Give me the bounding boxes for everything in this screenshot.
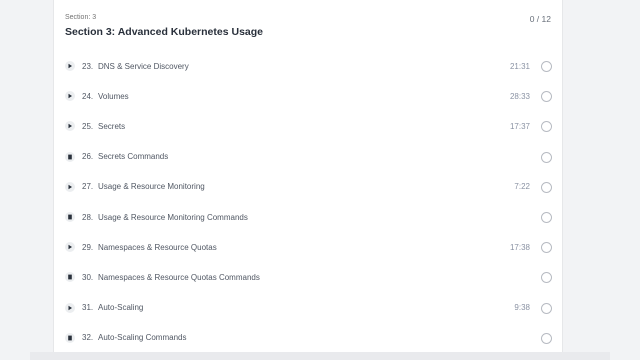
completion-checkbox[interactable] (541, 151, 552, 163)
lecture-item[interactable]: 25. Secrets 17:37 (54, 111, 562, 141)
document-icon (65, 272, 75, 283)
completion-checkbox[interactable] (541, 302, 552, 314)
lecture-duration: 21:31 (509, 61, 530, 71)
lecture-number: 24. (82, 91, 94, 101)
lecture-number: 27. (82, 182, 94, 192)
completion-checkbox[interactable] (541, 212, 552, 224)
lecture-number: 29. (82, 242, 94, 252)
section-title: Section 3: Advanced Kubernetes Usage (65, 26, 264, 38)
lecture-duration: 17:37 (509, 121, 530, 131)
footer-bar (30, 352, 610, 360)
curriculum-panel: Section: 3 Section 3: Advanced Kubernete… (53, 0, 563, 352)
lecture-title: Volumes (98, 91, 129, 101)
play-icon (65, 61, 75, 72)
lecture-number: 25. (82, 121, 94, 131)
lecture-list: 23. DNS & Service Discovery 21:31 24. Volume… (54, 51, 562, 352)
lecture-item[interactable]: 27. Usage & Resource Monitoring 7:22 (54, 172, 562, 202)
lecture-number: 23. (82, 61, 94, 71)
document-icon (65, 212, 75, 223)
play-icon (65, 91, 75, 102)
completion-checkbox[interactable] (541, 121, 552, 133)
completion-checkbox[interactable] (541, 272, 552, 284)
completion-checkbox[interactable] (541, 61, 552, 73)
document-icon (65, 332, 75, 343)
lecture-item[interactable]: 23. DNS & Service Discovery 21:31 (54, 51, 562, 81)
lecture-title: Namespaces & Resource Quotas Commands (98, 272, 260, 282)
lecture-title: Secrets (98, 121, 126, 131)
lecture-duration: 7:22 (514, 182, 530, 192)
lecture-item[interactable]: 32. Auto-Scaling Commands (54, 323, 562, 352)
section-label: Section: 3 (65, 14, 97, 21)
play-icon (65, 121, 75, 132)
lecture-number: 26. (82, 152, 94, 162)
section-header[interactable]: Section: 3 Section 3: Advanced Kubernete… (54, 0, 562, 50)
section-progress: 0 / 12 (529, 14, 551, 24)
lecture-item[interactable]: 26. Secrets Commands (54, 142, 562, 172)
play-icon (65, 181, 75, 192)
lecture-duration: 9:38 (514, 303, 530, 313)
lecture-duration: 17:38 (509, 242, 530, 252)
document-icon (65, 151, 75, 162)
completion-checkbox[interactable] (541, 91, 552, 103)
completion-checkbox[interactable] (541, 181, 552, 193)
lecture-number: 30. (82, 272, 94, 282)
lecture-title: DNS & Service Discovery (98, 61, 189, 71)
lecture-title: Auto-Scaling (98, 303, 144, 313)
lecture-title: Auto-Scaling Commands (98, 333, 187, 343)
lecture-item[interactable]: 31. Auto-Scaling 9:38 (54, 293, 562, 323)
lecture-number: 31. (82, 303, 94, 313)
lecture-item[interactable]: 29. Namespaces & Resource Quotas 17:38 (54, 232, 562, 262)
lecture-item[interactable]: 28. Usage & Resource Monitoring Commands (54, 202, 562, 232)
lecture-duration: 28:33 (509, 91, 530, 101)
lecture-title: Secrets Commands (98, 152, 169, 162)
lecture-title: Usage & Resource Monitoring (98, 182, 205, 192)
lecture-title: Usage & Resource Monitoring Commands (98, 212, 248, 222)
lecture-item[interactable]: 24. Volumes 28:33 (54, 81, 562, 111)
completion-checkbox[interactable] (541, 332, 552, 344)
play-icon (65, 242, 75, 253)
lecture-item[interactable]: 30. Namespaces & Resource Quotas Commands (54, 262, 562, 292)
lecture-number: 28. (82, 212, 94, 222)
play-icon (65, 302, 75, 313)
completion-checkbox[interactable] (541, 242, 552, 254)
lecture-title: Namespaces & Resource Quotas (98, 242, 217, 252)
lecture-number: 32. (82, 333, 94, 343)
